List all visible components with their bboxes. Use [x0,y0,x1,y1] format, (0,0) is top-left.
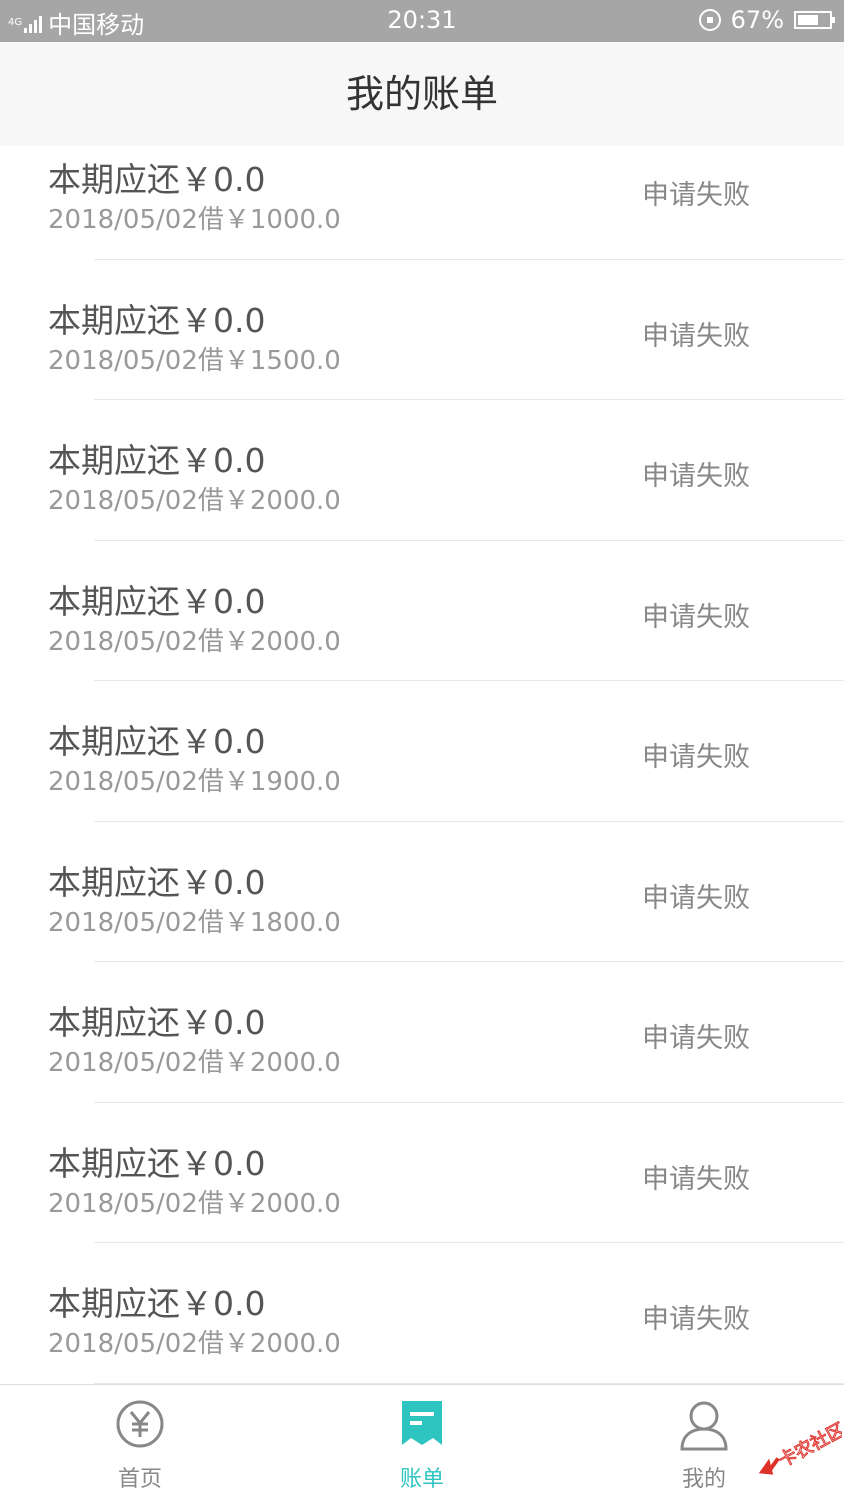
page-title: 我的账单 [345,72,498,116]
tab-bills-label: 账单 [399,1467,444,1492]
bill-status: 申请失败 [642,1163,750,1195]
bill-item[interactable]: 本期应还￥0.0 2018/05/02借￥1900.0 申请失败 [0,681,844,822]
bill-status: 申请失败 [642,320,750,352]
tab-home[interactable]: 首页 [60,1385,220,1501]
bill-amount-due: 本期应还￥0.0 [48,1284,266,1323]
battery-icon [794,11,835,29]
svg-text:卡农社区: 卡农社区 [775,1419,842,1471]
bill-amount-due: 本期应还￥0.0 [48,1003,266,1042]
tab-home-label: 首页 [117,1467,162,1492]
bill-item[interactable]: 本期应还￥0.0 2018/05/02借￥2000.0 申请失败 [0,400,844,541]
rotation-lock-icon [698,9,721,31]
bill-loan-info: 2018/05/02借￥1800.0 [48,907,341,938]
bill-item[interactable]: 本期应还￥0.0 2018/05/02借￥2000.0 申请失败 [0,962,844,1103]
bill-status: 申请失败 [642,742,750,773]
bill-item[interactable]: 本期应还￥0.0 2018/05/02借￥1500.0 申请失败 [0,260,844,400]
battery-percent: 67% [730,6,784,34]
bill-list: 本期应还￥0.0 2018/05/02借￥1000.0 申请失败 本期应还￥0.0 20… [0,119,844,1384]
bill-status: 申请失败 [642,882,750,914]
bill-amount-due: 本期应还￥0.0 [48,300,266,340]
yuan-circle-icon [116,1400,164,1448]
status-right: 67% [698,6,835,34]
bill-status: 申请失败 [642,180,750,211]
bill-status: 申请失败 [642,601,750,633]
bill-loan-info: 2018/05/02借￥1900.0 [48,767,341,797]
bill-loan-info: 2018/05/02借￥2000.0 [48,486,341,516]
status-bar: 4G 中国移动 20:31 67% [0,0,844,42]
bill-loan-info: 2018/05/02借￥2000.0 [48,1329,341,1359]
bill-item[interactable]: 本期应还￥0.0 2018/05/02借￥2000.0 申请失败 [0,541,844,681]
bill-amount-due: 本期应还￥0.0 [48,722,266,761]
bill-amount-due: 本期应还￥0.0 [48,1143,266,1183]
bill-status: 申请失败 [642,1304,750,1335]
watermark: 卡农社区 [746,1410,844,1490]
bill-item[interactable]: 本期应还￥0.0 2018/05/02借￥2000.0 申请失败 [0,1243,844,1384]
tab-bills[interactable]: 账单 [342,1385,502,1501]
bill-item[interactable]: 本期应还￥0.0 2018/05/02借￥1800.0 申请失败 [0,822,844,962]
page-header: 我的账单 [0,42,844,146]
bill-amount-due: 本期应还￥0.0 [48,441,266,480]
bill-loan-info: 2018/05/02借￥1500.0 [48,345,341,376]
kanong-logo-icon: 卡农社区 [758,1419,844,1475]
bill-item[interactable]: 本期应还￥0.0 2018/05/02借￥2000.0 申请失败 [0,1103,844,1243]
bill-loan-info: 2018/05/02借￥2000.0 [48,626,341,657]
bill-loan-info: 2018/05/02借￥1000.0 [48,205,341,235]
bill-amount-due: 本期应还￥0.0 [48,862,266,902]
bill-status: 申请失败 [642,461,750,492]
bill-status: 申请失败 [642,1023,750,1054]
bill-amount-due: 本期应还￥0.0 [48,581,266,621]
user-icon [680,1401,728,1451]
bottom-tab-bar: 首页 账单 我的 [0,1384,844,1501]
bill-amount-due: 本期应还￥0.0 [48,160,266,199]
bill-icon [402,1401,442,1445]
bill-loan-info: 2018/05/02借￥2000.0 [48,1188,341,1219]
bill-loan-info: 2018/05/02借￥2000.0 [48,1048,341,1078]
